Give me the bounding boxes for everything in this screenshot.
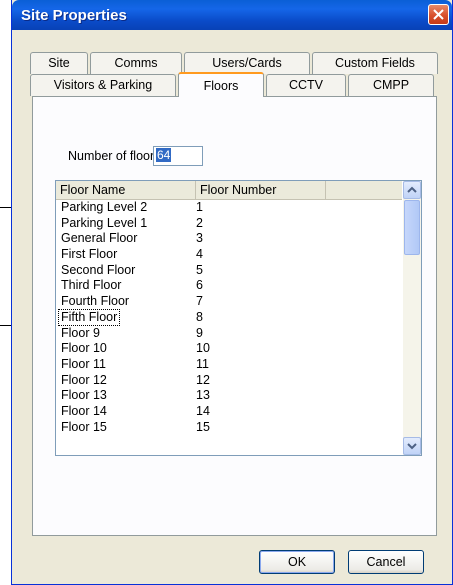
list-item[interactable]: Second Floor 5: [56, 263, 402, 279]
chevron-down-icon: [407, 443, 417, 450]
title-bar[interactable]: Site Properties: [12, 0, 452, 30]
list-item[interactable]: Floor 11 11: [56, 357, 402, 373]
tab-cctv[interactable]: CCTV: [266, 74, 346, 96]
number-of-floors-label: Number of floors:: [68, 149, 164, 163]
list-header: Floor Name Floor Number: [56, 181, 402, 200]
list-item[interactable]: Third Floor 6: [56, 278, 402, 294]
list-rows: Parking Level 21 Parking Level 12 Genera…: [56, 200, 402, 435]
close-icon: [433, 9, 444, 20]
floors-tab-panel: Number of floors: 64 Floor Name Floor Nu…: [32, 96, 437, 536]
tab-visitors-parking[interactable]: Visitors & Parking: [30, 74, 176, 96]
close-button[interactable]: [428, 4, 449, 25]
list-item[interactable]: Floor 12 12: [56, 373, 402, 389]
scroll-up-button[interactable]: [403, 181, 421, 199]
tab-comms[interactable]: Comms: [90, 52, 182, 74]
window-title: Site Properties: [21, 7, 127, 24]
list-item[interactable]: Floor 14 14: [56, 404, 402, 420]
chevron-up-icon: [407, 186, 417, 193]
list-item[interactable]: Floor 13 13: [56, 388, 402, 404]
ok-button[interactable]: OK: [259, 550, 335, 574]
list-item[interactable]: Parking Level 21: [56, 200, 402, 216]
floors-list[interactable]: Floor Name Floor Number Parking Level 21…: [55, 180, 422, 456]
list-item[interactable]: Floor 99: [56, 326, 402, 342]
scroll-thumb[interactable]: [404, 200, 420, 255]
column-header-floor-number[interactable]: Floor Number: [196, 181, 326, 199]
cancel-button[interactable]: Cancel: [348, 550, 424, 574]
list-item[interactable]: Fourth Floor 7: [56, 294, 402, 310]
tab-floors[interactable]: Floors: [178, 72, 264, 97]
tab-cmpp[interactable]: CMPP: [348, 74, 434, 96]
tab-site[interactable]: Site: [30, 52, 88, 74]
list-item[interactable]: General Floor 3: [56, 231, 402, 247]
list-item[interactable]: Floor 15 15: [56, 420, 402, 436]
list-item[interactable]: First Floor 4: [56, 247, 402, 263]
vertical-scrollbar[interactable]: [403, 181, 421, 455]
list-item[interactable]: Floor 10 10: [56, 341, 402, 357]
list-item-focused[interactable]: Fifth Floor 8: [56, 308, 402, 326]
number-of-floors-input[interactable]: 64: [153, 146, 203, 166]
scroll-down-button[interactable]: [403, 437, 421, 455]
list-item[interactable]: Parking Level 12: [56, 216, 402, 232]
column-header-floor-name[interactable]: Floor Name: [56, 181, 196, 199]
site-properties-dialog: Site Properties Site Comms Users/Cards C…: [11, 0, 453, 585]
tab-users-cards[interactable]: Users/Cards: [184, 52, 310, 74]
tab-custom-fields[interactable]: Custom Fields: [312, 52, 438, 74]
